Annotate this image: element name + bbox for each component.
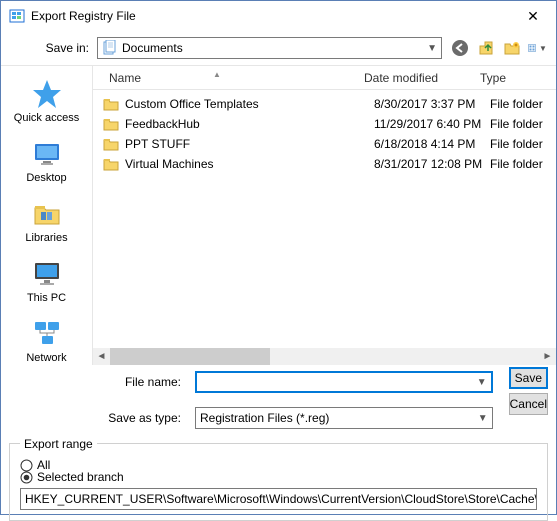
- save-button[interactable]: Save: [509, 367, 548, 389]
- chevron-down-icon: ▼: [478, 413, 488, 424]
- place-network[interactable]: Network: [1, 314, 92, 368]
- close-button[interactable]: ✕: [510, 1, 556, 31]
- place-this-pc[interactable]: This PC: [1, 254, 92, 308]
- file-type-cell: File folder: [490, 117, 556, 131]
- table-row[interactable]: FeedbackHub11/29/2017 6:40 PMFile folder: [93, 114, 556, 134]
- file-name-cell: Custom Office Templates: [125, 97, 374, 111]
- export-range-legend: Export range: [20, 437, 97, 451]
- radio-checked-icon: [20, 471, 33, 484]
- file-name-cell: FeedbackHub: [125, 117, 374, 131]
- place-label: This PC: [27, 292, 66, 304]
- folder-icon: [103, 136, 119, 152]
- place-desktop[interactable]: Desktop: [1, 134, 92, 188]
- registry-icon: [9, 8, 25, 24]
- scroll-right-icon[interactable]: ►: [539, 348, 556, 365]
- branch-path-value: HKEY_CURRENT_USER\Software\Microsoft\Win…: [25, 492, 537, 506]
- file-date-cell: 11/29/2017 6:40 PM: [374, 117, 490, 131]
- export-range-group: Export range All Selected branch HKEY_CU…: [9, 443, 548, 521]
- file-list: Name ▲ Date modified Type Custom Office T…: [93, 66, 556, 365]
- main-area: Quick access Desktop Libraries This PC N…: [1, 65, 556, 365]
- file-type-cell: File folder: [490, 97, 556, 111]
- col-name-label: Name: [109, 71, 141, 85]
- col-type[interactable]: Type: [474, 71, 556, 85]
- folder-icon: [103, 96, 119, 112]
- file-name-label: File name:: [17, 375, 187, 389]
- file-type-cell: File folder: [490, 137, 556, 151]
- file-date-cell: 6/18/2018 4:14 PM: [374, 137, 490, 151]
- title-bar: Export Registry File ✕: [1, 1, 556, 31]
- table-row[interactable]: PPT STUFF6/18/2018 4:14 PMFile folder: [93, 134, 556, 154]
- file-type-cell: File folder: [490, 157, 556, 171]
- window-title: Export Registry File: [31, 9, 510, 23]
- radio-selected-label: Selected branch: [37, 470, 124, 484]
- chevron-down-icon: ▼: [477, 377, 487, 388]
- file-date-cell: 8/30/2017 3:37 PM: [374, 97, 490, 111]
- save-in-row: Save in: Documents ▼ ▼: [1, 31, 556, 65]
- place-quick-access[interactable]: Quick access: [1, 74, 92, 128]
- filename-area: File name: ▼ Save as type: Registration …: [1, 365, 556, 437]
- new-folder-icon[interactable]: [502, 38, 522, 58]
- desktop-icon: [31, 138, 63, 170]
- place-label: Desktop: [26, 172, 66, 184]
- quick-access-icon: [31, 78, 63, 110]
- sort-caret-icon: ▲: [213, 70, 221, 79]
- file-name-input[interactable]: ▼: [195, 371, 493, 393]
- cancel-button[interactable]: Cancel: [509, 393, 548, 415]
- scroll-track[interactable]: [110, 348, 539, 365]
- save-in-value: Documents: [122, 41, 183, 55]
- libraries-icon: [31, 198, 63, 230]
- radio-selected-branch[interactable]: Selected branch: [20, 470, 537, 484]
- table-row[interactable]: Custom Office Templates8/30/2017 3:37 PM…: [93, 94, 556, 114]
- file-name-cell: PPT STUFF: [125, 137, 374, 151]
- place-label: Libraries: [25, 232, 67, 244]
- this-pc-icon: [31, 258, 63, 290]
- file-date-cell: 8/31/2017 12:08 PM: [374, 157, 490, 171]
- save-as-type-combo[interactable]: Registration Files (*.reg) ▼: [195, 407, 493, 429]
- column-headers: Name ▲ Date modified Type: [93, 66, 556, 90]
- back-icon[interactable]: [450, 38, 470, 58]
- up-icon[interactable]: [476, 38, 496, 58]
- documents-icon: [102, 40, 118, 56]
- col-name[interactable]: Name ▲: [103, 71, 358, 85]
- branch-path-input[interactable]: HKEY_CURRENT_USER\Software\Microsoft\Win…: [20, 488, 537, 510]
- toolbar-icons: ▼: [450, 38, 548, 58]
- places-bar: Quick access Desktop Libraries This PC N…: [1, 66, 93, 365]
- place-libraries[interactable]: Libraries: [1, 194, 92, 248]
- scroll-left-icon[interactable]: ◄: [93, 348, 110, 365]
- table-row[interactable]: Virtual Machines8/31/2017 12:08 PMFile f…: [93, 154, 556, 174]
- save-in-label: Save in:: [9, 41, 89, 55]
- file-rows: Custom Office Templates8/30/2017 3:37 PM…: [93, 90, 556, 348]
- folder-icon: [103, 156, 119, 172]
- folder-icon: [103, 116, 119, 132]
- horizontal-scrollbar[interactable]: ◄ ►: [93, 348, 556, 365]
- col-date[interactable]: Date modified: [358, 71, 474, 85]
- chevron-down-icon: ▼: [427, 43, 437, 54]
- scroll-thumb[interactable]: [110, 348, 270, 365]
- file-name-cell: Virtual Machines: [125, 157, 374, 171]
- save-as-type-label: Save as type:: [17, 411, 187, 425]
- place-label: Quick access: [14, 112, 79, 124]
- place-label: Network: [26, 352, 66, 364]
- save-as-type-value: Registration Files (*.reg): [200, 411, 329, 425]
- view-menu-icon[interactable]: ▼: [528, 38, 548, 58]
- save-in-combo[interactable]: Documents ▼: [97, 37, 442, 59]
- network-icon: [31, 318, 63, 350]
